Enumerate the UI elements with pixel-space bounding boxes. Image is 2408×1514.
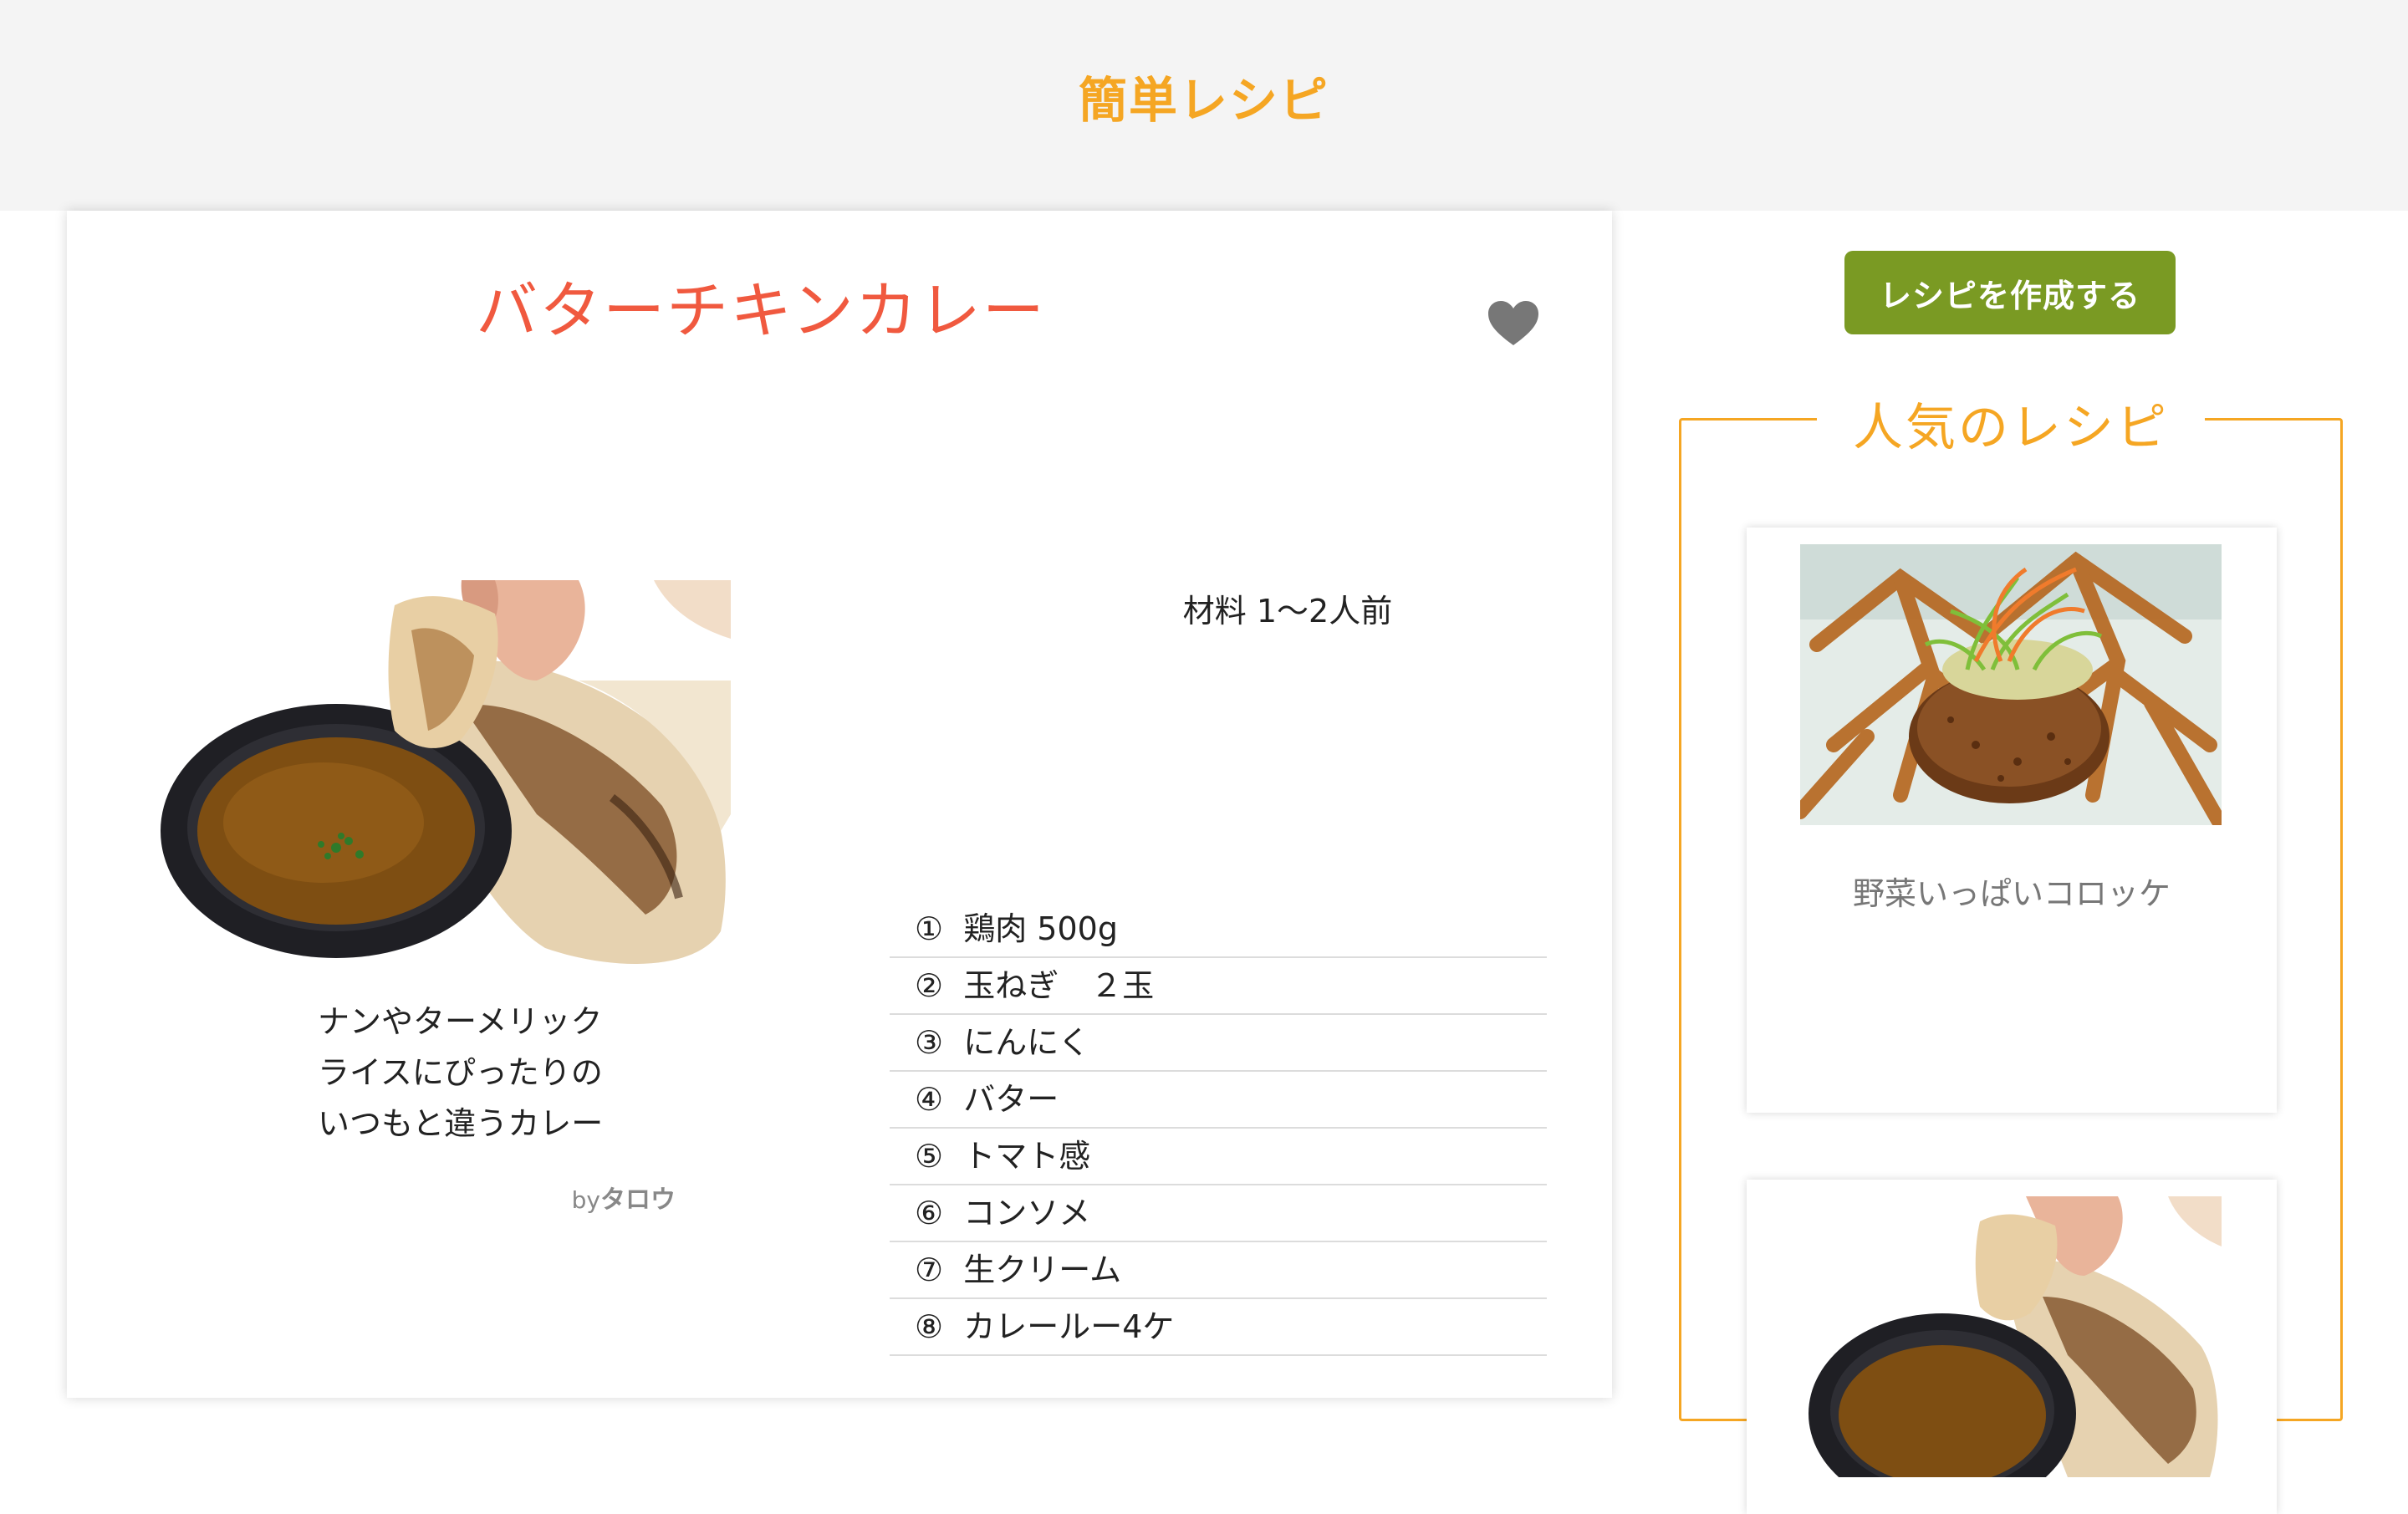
popular-recipe-thumbnail <box>1800 544 2222 825</box>
popular-recipes-heading: 人気のレシピ <box>1817 397 2205 464</box>
recipe-author: byタロウ <box>318 1179 676 1216</box>
site-header: 簡単レシピ <box>0 0 2408 211</box>
site-title-link[interactable]: 簡単レシピ <box>1079 61 1329 131</box>
ingredient-list: ① 鶏肉 500g ② 玉ねぎ ２玉 ③ にんにく ④ バター ⑤ トマト感 ⑥… <box>890 901 1547 1356</box>
popular-recipe-card[interactable]: 野菜いっぱいコロッケ <box>1747 528 2277 1113</box>
favorite-button[interactable] <box>1463 278 1564 370</box>
popular-recipe-thumbnail <box>1800 1196 2222 1477</box>
create-recipe-button[interactable]: レシピを作成する <box>1844 251 2176 334</box>
ingredient-item: ③ にんにく <box>890 1015 1547 1072</box>
author-prefix: by <box>571 1186 600 1214</box>
heart-icon <box>1488 301 1538 345</box>
ingredient-item: ⑤ トマト感 <box>890 1129 1547 1185</box>
ingredient-item: ④ バター <box>890 1072 1547 1129</box>
ingredient-item: ① 鶏肉 500g <box>890 901 1547 958</box>
recipe-description: ナンやターメリック ライスにぴったりの いつもと違うカレー <box>318 997 669 1150</box>
author-name[interactable]: タロウ <box>600 1185 676 1215</box>
recipe-photo <box>144 580 731 971</box>
popular-recipe-name: 野菜いっぱいコロッケ <box>1852 875 2171 912</box>
ingredient-item: ⑥ コンソメ <box>890 1185 1547 1242</box>
recipe-card: バターチキンカレー ナンやターメリック ライスにぴったりの いつもと違うカレー … <box>67 211 1612 1398</box>
popular-recipe-card[interactable] <box>1747 1180 2277 1514</box>
ingredient-item: ⑦ 生クリーム <box>890 1242 1547 1299</box>
recipe-description-line: ライスにぴったりの <box>318 1054 603 1091</box>
recipe-description-line: いつもと違うカレー <box>318 1105 604 1142</box>
recipe-description-line: ナンやターメリック <box>318 1003 603 1040</box>
ingredients-heading: 材料 1〜2人前 <box>1182 593 1393 630</box>
recipe-title: バターチキンカレー <box>476 275 1046 347</box>
popular-recipes-box: 人気のレシピ 野菜いっぱいコロッケ <box>1679 397 2343 1514</box>
ingredient-item: ② 玉ねぎ ２玉 <box>890 958 1547 1015</box>
ingredient-item: ⑧ カレールー4ケ <box>890 1299 1547 1356</box>
